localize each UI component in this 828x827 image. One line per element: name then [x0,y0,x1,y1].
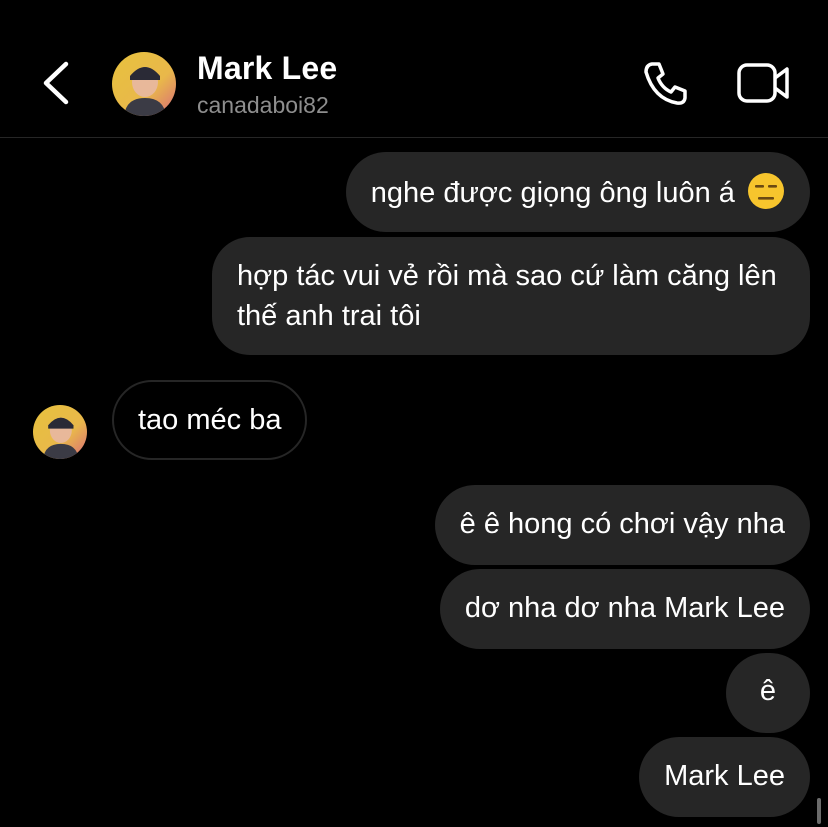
message-text: ê [759,675,777,707]
message-bubble-outgoing[interactable]: ê ê hong có chơi vậy nha [434,485,810,565]
message-text: dơ nha dơ nha Mark Lee [464,592,785,624]
message-bubble-outgoing[interactable]: Mark Lee [639,737,810,817]
contact-username: canadaboi82 [197,92,329,118]
avatar[interactable] [112,52,176,116]
message-text: tao méc ba [138,404,282,436]
message-text: nghe được giọng ông luôn á [370,177,735,209]
phone-icon[interactable] [640,58,690,108]
message-bubble-outgoing[interactable]: dơ nha dơ nha Mark Lee [439,569,810,649]
message-bubble-outgoing[interactable]: ê [726,653,810,733]
message-bubble-outgoing[interactable]: nghe được giọng ông luôn á [345,152,810,232]
avatar-image [33,405,87,459]
message-bubble-incoming[interactable]: tao méc ba [112,380,308,460]
video-camera-icon[interactable] [736,60,790,106]
expressionless-face-emoji-icon [748,173,784,209]
message-text: Mark Lee [664,760,785,792]
message-text: hợp tác vui vẻ rồi mà sao cứ làm căng lê… [237,260,777,332]
contact-name[interactable]: Mark Lee [197,50,337,87]
scrollbar[interactable] [817,798,821,824]
back-chevron-icon[interactable] [38,58,78,108]
sender-avatar[interactable] [33,405,87,459]
avatar-image [112,52,176,116]
chat-header: Mark Lee canadaboi82 [0,0,828,138]
message-bubble-outgoing[interactable]: hợp tác vui vẻ rồi mà sao cứ làm căng lê… [212,237,810,355]
message-text: ê ê hong có chơi vậy nha [459,508,785,540]
